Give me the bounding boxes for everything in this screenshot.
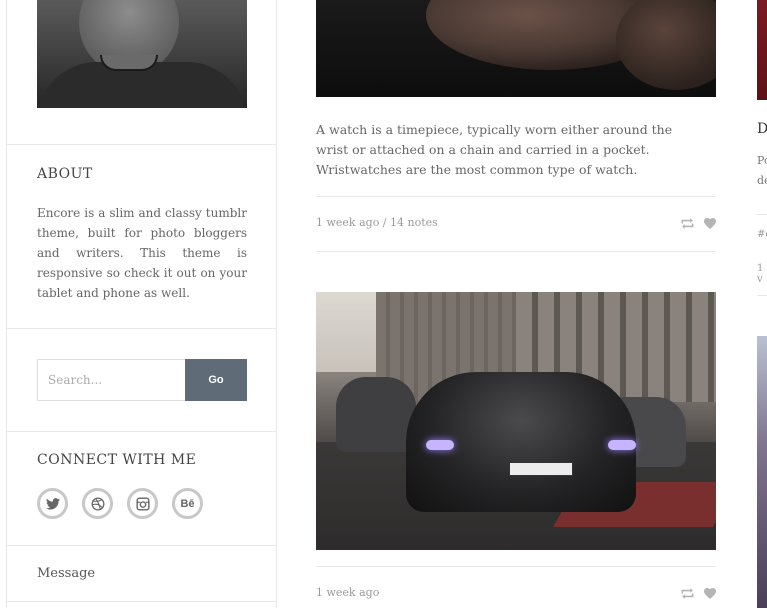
- photo-car-left: [336, 377, 416, 452]
- twitter-link[interactable]: [37, 488, 68, 519]
- sidebar-divider: [7, 601, 277, 602]
- post-text-partial: Po: [757, 154, 767, 167]
- post-divider: [757, 214, 767, 215]
- post-photo-partial[interactable]: [757, 0, 767, 100]
- about-heading: ABOUT: [37, 166, 93, 182]
- dribbble-link[interactable]: [82, 488, 113, 519]
- post-divider: [316, 251, 716, 252]
- post-meta[interactable]: 1 week ago / 14 notes: [316, 216, 438, 229]
- dribbble-icon: [91, 497, 104, 510]
- post-photo-partial[interactable]: [757, 336, 767, 608]
- post-meta-partial[interactable]: 1 v: [757, 263, 767, 285]
- avatar-photo: [37, 0, 247, 108]
- reblog-icon[interactable]: [681, 588, 694, 599]
- photo-hand-shadow: [616, 0, 716, 90]
- post-divider: [757, 295, 767, 296]
- post-text-partial: de: [757, 174, 767, 187]
- post-divider: [316, 566, 716, 567]
- heart-icon[interactable]: [704, 218, 716, 229]
- search-go-button[interactable]: Go: [185, 359, 247, 401]
- social-links: Bē: [37, 488, 203, 519]
- avatar-collar: [100, 55, 158, 71]
- behance-link[interactable]: Bē: [172, 488, 203, 519]
- post-text: A watch is a timepiece, typically worn e…: [316, 122, 673, 177]
- post-title-partial: D: [757, 121, 767, 137]
- sidebar: ABOUT Encore is a slim and classy tumblr…: [6, 0, 277, 608]
- photo-headlight: [426, 440, 454, 450]
- instagram-link[interactable]: [127, 488, 158, 519]
- post-actions: [681, 588, 716, 599]
- sidebar-divider: [7, 328, 277, 329]
- sidebar-divider: [7, 431, 277, 432]
- post-tag-partial[interactable]: #c: [757, 229, 767, 240]
- posts-column: A watch is a timepiece, typically worn e…: [316, 0, 716, 608]
- about-text: Encore is a slim and classy tumblr theme…: [37, 206, 247, 300]
- photo-headlight: [608, 440, 636, 450]
- next-column: D Po de #c 1 v: [754, 0, 767, 608]
- twitter-icon: [45, 497, 60, 510]
- instagram-icon: [135, 496, 150, 511]
- message-link[interactable]: Message: [37, 566, 95, 581]
- behance-icon: Bē: [180, 497, 195, 510]
- post-divider: [316, 196, 716, 197]
- post-photo-car[interactable]: [316, 292, 716, 550]
- photo-license-plate: [509, 462, 573, 476]
- connect-heading: CONNECT WITH ME: [37, 452, 197, 468]
- sidebar-divider: [7, 144, 277, 145]
- heart-icon[interactable]: [704, 588, 716, 599]
- search-input[interactable]: [37, 359, 185, 401]
- sidebar-divider: [7, 545, 277, 546]
- post-meta[interactable]: 1 week ago: [316, 586, 379, 599]
- search-form: Go: [37, 359, 247, 401]
- post-photo-watch[interactable]: [316, 0, 716, 97]
- post-actions: [681, 218, 716, 229]
- reblog-icon[interactable]: [681, 218, 694, 229]
